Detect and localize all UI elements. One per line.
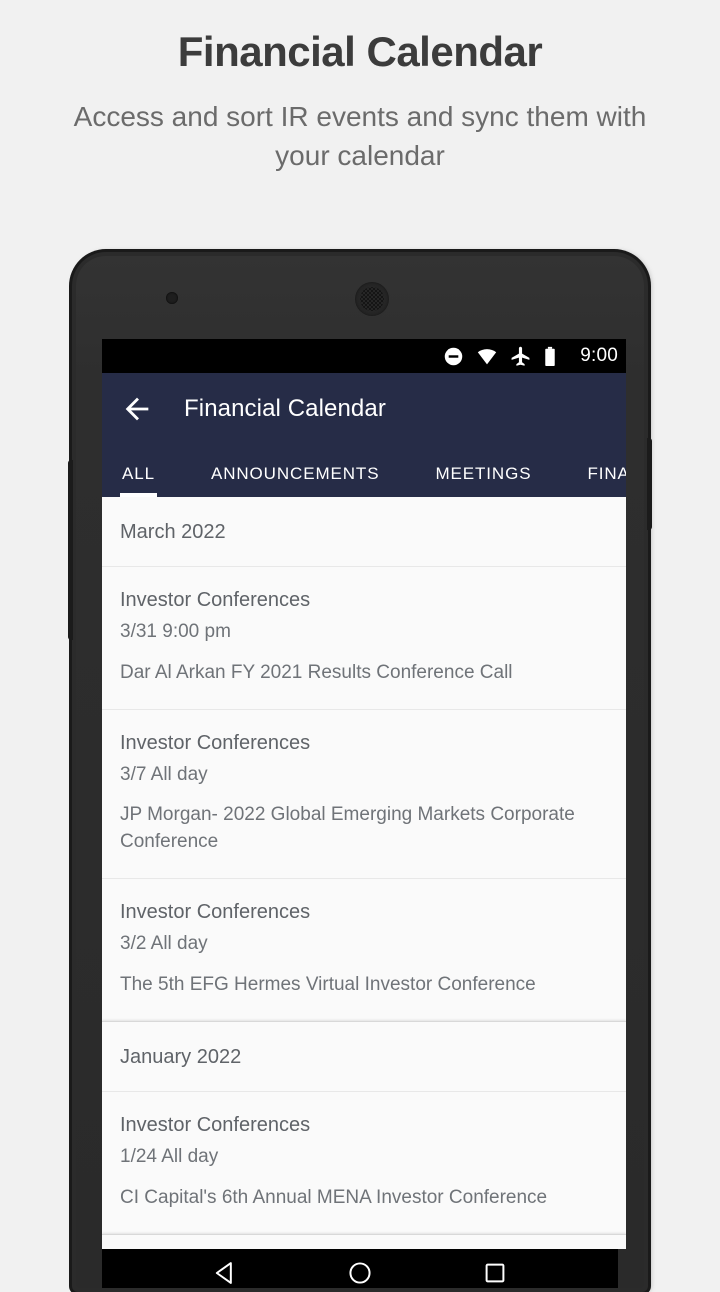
month-group-january-2022: January 2022 Investor Conferences 1/24 A…: [102, 1020, 626, 1234]
list-bottom-separator: [102, 1233, 626, 1249]
event-description: CI Capital's 6th Annual MENA Investor Co…: [120, 1186, 548, 1208]
phone-screen: 9:00 Financial Calendar ALL ANNOUNCEMENT…: [102, 339, 626, 1249]
month-group-march-2022: March 2022 Investor Conferences 3/31 9:0…: [102, 497, 626, 1021]
power-button[interactable]: [647, 438, 652, 530]
android-navigation-bar: [102, 1249, 618, 1288]
month-header: January 2022: [102, 1022, 626, 1092]
event-description: The 5th EFG Hermes Virtual Investor Conf…: [120, 973, 536, 995]
home-nav-icon[interactable]: [346, 1259, 374, 1287]
status-bar-clock: 9:00: [580, 345, 618, 366]
tab-meetings[interactable]: MEETINGS: [435, 464, 531, 497]
page-subtitle: Access and sort IR events and sync them …: [73, 101, 647, 171]
volume-rocker-button[interactable]: [68, 460, 73, 640]
do-not-disturb-icon: [444, 347, 463, 365]
app-bar-top-row: Financial Calendar: [102, 373, 626, 445]
back-nav-icon[interactable]: [211, 1259, 239, 1287]
wifi-icon: [478, 348, 497, 364]
event-list[interactable]: March 2022 Investor Conferences 3/31 9:0…: [102, 497, 626, 1249]
tab-all[interactable]: ALL: [120, 464, 157, 497]
event-type: Investor Conferences: [120, 589, 311, 611]
event-type: Investor Conferences: [120, 731, 311, 754]
earpiece-speaker-icon: [355, 282, 389, 316]
recents-nav-icon[interactable]: [481, 1259, 509, 1287]
app-bar: Financial Calendar ALL ANNOUNCEMENTS MEE…: [102, 373, 626, 497]
event-date: 3/7 All day: [120, 763, 208, 785]
tab-financials[interactable]: FINAN: [587, 464, 626, 497]
event-description: Dar Al Arkan FY 2021 Results Conference …: [120, 661, 513, 683]
status-bar-icons: 9:00: [443, 345, 618, 367]
month-header: March 2022: [102, 497, 626, 567]
phone-top-bezel: [76, 256, 644, 335]
back-arrow-icon[interactable]: [120, 392, 154, 426]
front-camera-icon: [166, 292, 178, 304]
tab-bar: ALL ANNOUNCEMENTS MEETINGS FINAN: [102, 445, 626, 497]
event-type: Investor Conferences: [120, 1113, 311, 1136]
event-date: 3/2 All day: [120, 933, 208, 955]
event-list-item[interactable]: Investor Conferences 3/7 All day JP Morg…: [102, 710, 626, 880]
event-date: 1/24 All day: [120, 1145, 219, 1167]
status-bar: 9:00: [102, 339, 626, 373]
event-list-item[interactable]: Investor Conferences 1/24 All day CI Cap…: [102, 1092, 626, 1234]
event-date: 3/31 9:00 pm: [120, 621, 231, 642]
tab-announcements[interactable]: ANNOUNCEMENTS: [211, 464, 380, 497]
phone-body: 9:00 Financial Calendar ALL ANNOUNCEMENT…: [76, 256, 644, 1288]
phone-device-frame: 9:00 Financial Calendar ALL ANNOUNCEMENT…: [68, 252, 652, 1292]
event-list-item[interactable]: Investor Conferences 3/31 9:00 pm Dar Al…: [102, 567, 626, 710]
event-list-item[interactable]: Investor Conferences 3/2 All day The 5th…: [102, 879, 626, 1021]
app-bar-title: Financial Calendar: [184, 395, 386, 422]
event-description: JP Morgan- 2022 Global Emerging Markets …: [120, 804, 575, 853]
event-type: Investor Conferences: [120, 901, 311, 924]
battery-icon: [545, 346, 555, 366]
promo-header: Financial Calendar Access and sort IR ev…: [0, 0, 720, 176]
airplane-mode-icon: [511, 346, 530, 366]
page-title: Financial Calendar: [177, 28, 543, 75]
